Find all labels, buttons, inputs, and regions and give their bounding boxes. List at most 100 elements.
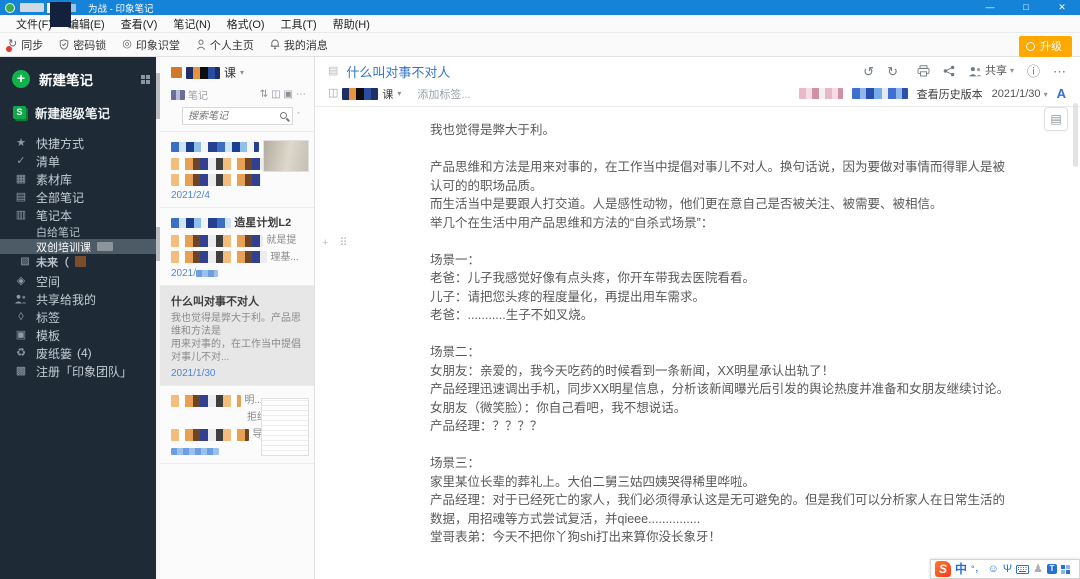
notebook-selector[interactable]: 课 ▾: [171, 64, 306, 81]
note-body[interactable]: 我也觉得是弊大于利。 产品思维和方法是用来对事的，在工作当中提倡对事儿不对人。换…: [315, 107, 1080, 579]
add-tag-field[interactable]: 添加标签...: [417, 86, 470, 102]
menu-tools[interactable]: 工具(T): [273, 16, 325, 32]
skin-icon[interactable]: T: [1046, 564, 1057, 574]
star-icon: ★: [16, 136, 26, 149]
view-options-icon[interactable]: ◫: [271, 89, 280, 100]
sidebar-item-checklist[interactable]: ✓ 清单: [0, 152, 160, 170]
share-button[interactable]: 共享 ▾: [968, 65, 1014, 77]
menu-format[interactable]: 格式(O): [219, 16, 273, 32]
menu-view[interactable]: 查看(V): [113, 16, 166, 32]
censor-block: [171, 251, 267, 264]
passcode-lock-button[interactable]: 密码锁: [59, 37, 106, 53]
new-note-button[interactable]: + 新建笔记: [0, 67, 160, 101]
paragraph: 女朋友（微笑脸）：你自己看吧，我不想说话。: [430, 400, 687, 415]
censor-block: [171, 67, 182, 78]
sidebar-item-templates[interactable]: ▣ 模板: [0, 326, 160, 344]
note-list-panel: 课 ▾ 笔记 ⇅ ◫ ▣ ⋯ ˆ: [160, 57, 315, 579]
messages-button[interactable]: 我的消息: [270, 37, 328, 53]
chevron-down-icon: ▾: [1043, 89, 1048, 99]
sidebar-item-materials[interactable]: ▦ 素材库: [0, 170, 160, 188]
paragraph: 家里某位长辈的葬礼上。大伯二舅三姑四姨哭得稀里哗啦。: [430, 474, 756, 489]
sidebar-notebook-shuangchuang[interactable]: 双创培训课: [0, 239, 160, 254]
menu-bar: 文件(F) 编辑(E) 查看(V) 笔记(N) 格式(O) 工具(T) 帮助(H…: [0, 15, 1080, 33]
note-list-item-1[interactable]: 2021/2/4: [160, 132, 314, 208]
sync-button[interactable]: ↻ 同步: [6, 37, 43, 53]
sidebar-item-register-team[interactable]: ▩ 注册「印象团队」: [0, 362, 160, 380]
more-button[interactable]: ⋯: [1053, 65, 1066, 78]
note-thumbnail: [263, 140, 309, 172]
sidebar-item-space[interactable]: ◈ 空间: [0, 272, 160, 290]
keyboard-icon[interactable]: [1016, 564, 1030, 574]
menu-note[interactable]: 笔记(N): [165, 16, 218, 32]
paragraph: 老爸：...........生子不如叉烧。: [430, 308, 594, 322]
person-icon[interactable]: ♟: [1033, 563, 1043, 575]
ime-language-toggle[interactable]: 中: [955, 563, 967, 575]
info-button[interactable]: ⓘ: [1027, 65, 1040, 78]
profile-button[interactable]: 个人主页: [196, 37, 254, 53]
note-title[interactable]: 什么叫对事不对人: [346, 62, 450, 81]
toolbox-grid-icon[interactable]: [1060, 564, 1070, 574]
notebook-name-suffix: 课: [382, 88, 394, 101]
ime-punctuation-toggle[interactable]: °，: [971, 564, 984, 574]
new-super-note-button[interactable]: S 新建超级笔记: [0, 101, 160, 134]
classroom-button[interactable]: ◎ 印象识堂: [122, 37, 180, 53]
censor-block: [196, 270, 219, 278]
paragraph: [430, 325, 1010, 344]
font-style-button[interactable]: A: [1057, 86, 1066, 101]
undo-button[interactable]: ↺: [863, 65, 874, 78]
censor-block: [342, 87, 379, 100]
maximize-button[interactable]: □: [1008, 0, 1044, 15]
upgrade-button[interactable]: 升级: [1019, 36, 1072, 57]
editor-scrollbar[interactable]: [1073, 103, 1078, 167]
menu-help[interactable]: 帮助(H): [325, 16, 378, 32]
shield-lock-icon: [59, 39, 69, 50]
notebook-icon: ▥: [15, 208, 27, 221]
print-button[interactable]: [917, 65, 930, 77]
notebook-selector[interactable]: ◫ 课 ▾: [328, 86, 401, 102]
emoji-icon[interactable]: ☺: [988, 563, 999, 575]
censor-block: [186, 66, 220, 79]
microphone-icon[interactable]: Ψ: [1003, 563, 1012, 575]
note-list-item-2[interactable]: 造星计划L2 就是提 理基... 2021/: [160, 208, 314, 287]
paragraph: 老爸：儿子我感觉好像有点头疼，你开车带我去医院看看。: [430, 271, 756, 285]
team-icon: ▩: [15, 364, 27, 377]
sidebar-item-all-notes[interactable]: ▤ 全部笔记: [0, 188, 160, 206]
library-icon: ▦: [15, 172, 27, 185]
sidebar-item-shared[interactable]: 共享给我的: [0, 290, 160, 308]
note-list-item-4[interactable]: 明... 拒绝 导...: [160, 386, 314, 464]
sort-icon[interactable]: ⇅: [260, 89, 268, 100]
editor-panel: ▤ 什么叫对事不对人 ↺ ↻ 共享 ▾ ⓘ ⋯ ◫ 课 ▾ 添加标签... 查看…: [315, 57, 1080, 579]
censor-block: [171, 157, 264, 170]
note-list-item-selected[interactable]: 什么叫对事不对人 我也觉得是弊大于利。产品思维和方法是 用来对事的，在工作当中提…: [160, 286, 314, 387]
sidebar-notebook-future[interactable]: ▧ 未来（: [0, 254, 160, 269]
sogou-logo-icon[interactable]: S: [935, 561, 951, 577]
more-icon[interactable]: ⋯: [296, 89, 306, 100]
censor-block: [50, 2, 71, 27]
collapse-icon[interactable]: ˆ: [297, 111, 300, 121]
sidebar-item-shortcuts[interactable]: ★ 快捷方式: [0, 134, 160, 152]
grid-view-icon[interactable]: [141, 74, 150, 84]
paragraph: 女朋友：亲爱的，我今天吃药的时候看到一条新闻，XX明星承认出轨了！: [430, 363, 835, 378]
view-history-link[interactable]: 查看历史版本: [917, 86, 983, 102]
paragraph: 我也觉得是弊大于利。: [430, 123, 556, 137]
note-title-suffix: 明...: [244, 395, 263, 407]
minimize-button[interactable]: —: [972, 0, 1008, 15]
search-input[interactable]: [182, 107, 293, 125]
window-title: 为战 - 印象笔记: [88, 3, 154, 15]
clipboard-icon[interactable]: ▣: [284, 89, 293, 100]
sidebar-item-trash[interactable]: ♻ 废纸篓 (4): [0, 344, 160, 362]
redo-button[interactable]: ↻: [887, 65, 898, 78]
paragraph: [430, 140, 1010, 159]
sidebar-item-tags[interactable]: ◊ 标签: [0, 308, 160, 326]
sidebar-notebook-baigei[interactable]: 白给笔记: [0, 224, 160, 239]
paragraph: 而生活当中是要跟人打交道。人是感性动物，他们更在意自己是否被关注、被需要、被相信…: [430, 197, 943, 211]
share-link-button[interactable]: [943, 65, 955, 77]
note-date-dropdown[interactable]: 2021/1/30 ▾: [992, 88, 1048, 100]
close-button[interactable]: ✕: [1044, 0, 1080, 15]
outline-toggle-button[interactable]: ▤: [1044, 107, 1068, 131]
note-date: 2021/1/30: [171, 368, 216, 380]
space-icon: ◈: [16, 274, 26, 287]
note-thumbnail: [261, 398, 309, 457]
sidebar-item-notebooks[interactable]: ▥ 笔记本: [0, 206, 160, 224]
block-drag-handle[interactable]: + ⠿: [322, 234, 352, 253]
